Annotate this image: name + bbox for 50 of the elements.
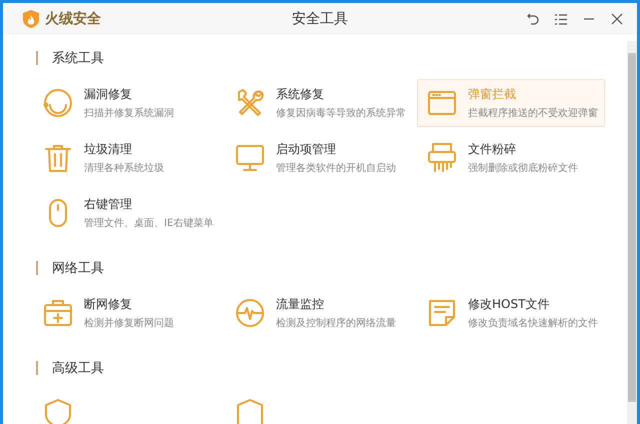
tool-description: 检测及控制程序的网络流量 xyxy=(276,316,396,330)
tool-description: 扫描并修复系统漏洞 xyxy=(84,106,174,120)
tool-title: 垃圾清理 xyxy=(84,141,132,158)
tool-description: 强制删除或彻底粉碎文件 xyxy=(468,162,578,175)
shredder-icon xyxy=(426,142,458,174)
tool-title: 修改HOST文件 xyxy=(468,296,550,313)
tool-item[interactable]: 修改HOST文件 修改负责域名快速解析的文件 xyxy=(417,289,605,337)
shield-icon xyxy=(42,397,74,424)
section-title: 系统工具 xyxy=(52,50,104,67)
tool-description: 修复因病毒等导致的系统异常 xyxy=(276,106,406,120)
tool-item[interactable]: 启动项管理 管理各类软件的开机自启动 xyxy=(225,134,413,182)
tool-description: 检测并修复断网问题 xyxy=(84,316,174,330)
trash-icon xyxy=(42,142,74,174)
minimize-icon xyxy=(583,18,595,20)
close-icon xyxy=(611,13,623,25)
tool-title: 系统修复 xyxy=(276,86,324,103)
pulse-icon xyxy=(234,297,266,329)
undo-arrow-icon xyxy=(527,13,539,25)
tool-item[interactable]: 系统修复 修复因病毒等导致的系统异常 xyxy=(225,79,413,127)
section-title: 高级工具 xyxy=(52,360,104,377)
medical-kit-icon xyxy=(42,297,74,329)
tool-item[interactable]: 垃圾清理 清理各种系统垃圾 xyxy=(33,134,221,182)
tool-description: 修改负责域名快速解析的文件 xyxy=(468,316,598,330)
flame-shield-logo-icon xyxy=(23,10,39,28)
ring-icon xyxy=(42,87,74,119)
scrollbar-thumb[interactable] xyxy=(628,53,636,402)
tool-title: 右键管理 xyxy=(84,196,132,213)
tool-item[interactable]: 流量监控 检测及控制程序的网络流量 xyxy=(225,289,413,337)
menu-icon xyxy=(555,14,567,24)
tool-title: 断网修复 xyxy=(84,296,132,313)
tool-title: 流量监控 xyxy=(276,296,324,313)
monitor-icon xyxy=(234,142,266,174)
tool-item[interactable]: 漏洞修复 扫描并修复系统漏洞 xyxy=(33,79,221,127)
tool-title: 文件粉碎 xyxy=(468,141,516,158)
tool-item[interactable]: 右键管理 管理文件、桌面、IE右键菜单 xyxy=(33,189,221,237)
section-title: 网络工具 xyxy=(52,260,104,277)
tool-item[interactable]: 断网修复 检测并修复断网问题 xyxy=(33,289,221,337)
house-icon xyxy=(234,397,266,424)
tool-description: 管理各类软件的开机自启动 xyxy=(276,162,396,175)
tool-title: 弹窗拦截 xyxy=(468,86,516,103)
tool-description: 清理各种系统垃圾 xyxy=(84,162,164,175)
scrollbar[interactable] xyxy=(627,41,637,424)
app-name: 火绒安全 xyxy=(45,10,101,28)
note-icon xyxy=(426,297,458,329)
tool-title: 漏洞修复 xyxy=(84,86,132,103)
tool-description: 管理文件、桌面、IE右键菜单 xyxy=(84,216,214,230)
tool-item[interactable]: 文件粉碎 强制删除或彻底粉碎文件 xyxy=(417,134,605,182)
tool-title: 启动项管理 xyxy=(276,141,336,158)
tool-description: 拦截程序推送的不受欢迎弹窗 xyxy=(468,106,598,120)
window-title: 安全工具 xyxy=(292,11,348,27)
